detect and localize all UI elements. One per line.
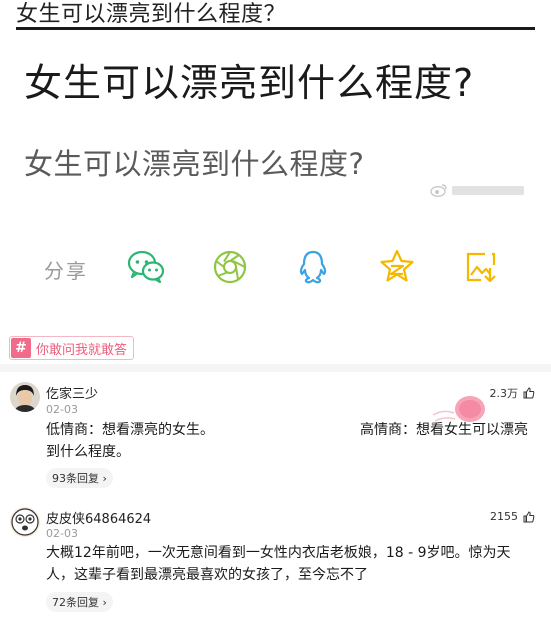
username[interactable]: 皮皮侠64864624 (46, 508, 151, 527)
thumbs-up-icon (523, 510, 535, 522)
qzone-icon[interactable] (377, 247, 417, 287)
qq-icon[interactable] (293, 247, 333, 287)
topic-label: 你敢问我就敢答 (36, 342, 128, 358)
hash-icon: # (11, 338, 31, 358)
save-image-icon[interactable] (461, 247, 501, 287)
comment-text: 大概12年前吧，一次无意间看到一女性内衣店老板娘，18 - 9岁吧。惊为天人，这… (46, 545, 511, 583)
comment-text-left: 低情商：想看漂亮的女生。 (46, 422, 214, 438)
like-count[interactable]: 2.3万 (490, 385, 536, 401)
like-count-text: 2155 (490, 510, 518, 523)
page-title: 女生可以漂亮到什么程度？ (16, 2, 287, 27)
view-replies-button[interactable]: 93条回复 › (46, 468, 113, 488)
weibo-icon (430, 184, 447, 197)
username[interactable]: 仡家三少 (46, 383, 98, 402)
topic-tag[interactable]: # 你敢问我就敢答 (9, 336, 135, 360)
avatar[interactable] (10, 507, 40, 537)
comment-date: 02-03 (46, 403, 78, 416)
view-replies-button[interactable]: 72条回复 › (46, 592, 113, 612)
sticker-decoration (432, 396, 485, 422)
title-underline (16, 27, 535, 30)
moments-icon[interactable] (210, 247, 250, 287)
weibo-watermark (430, 183, 524, 197)
like-count-text: 2.3万 (489, 387, 519, 400)
image-title-large: 女生可以漂亮到什么程度? (24, 61, 475, 105)
like-count[interactable]: 2155 (490, 510, 535, 523)
section-divider (0, 364, 551, 372)
comment-text-cont: 到什么程度。 (46, 444, 130, 460)
share-label: 分享 (44, 259, 88, 283)
comment-date: 02-03 (46, 527, 78, 540)
wechat-icon[interactable] (126, 247, 166, 287)
image-title-medium: 女生可以漂亮到什么程度? (24, 147, 365, 181)
thumbs-up-icon (523, 387, 535, 399)
avatar[interactable] (10, 382, 40, 412)
share-bar: 分享 (0, 243, 551, 293)
